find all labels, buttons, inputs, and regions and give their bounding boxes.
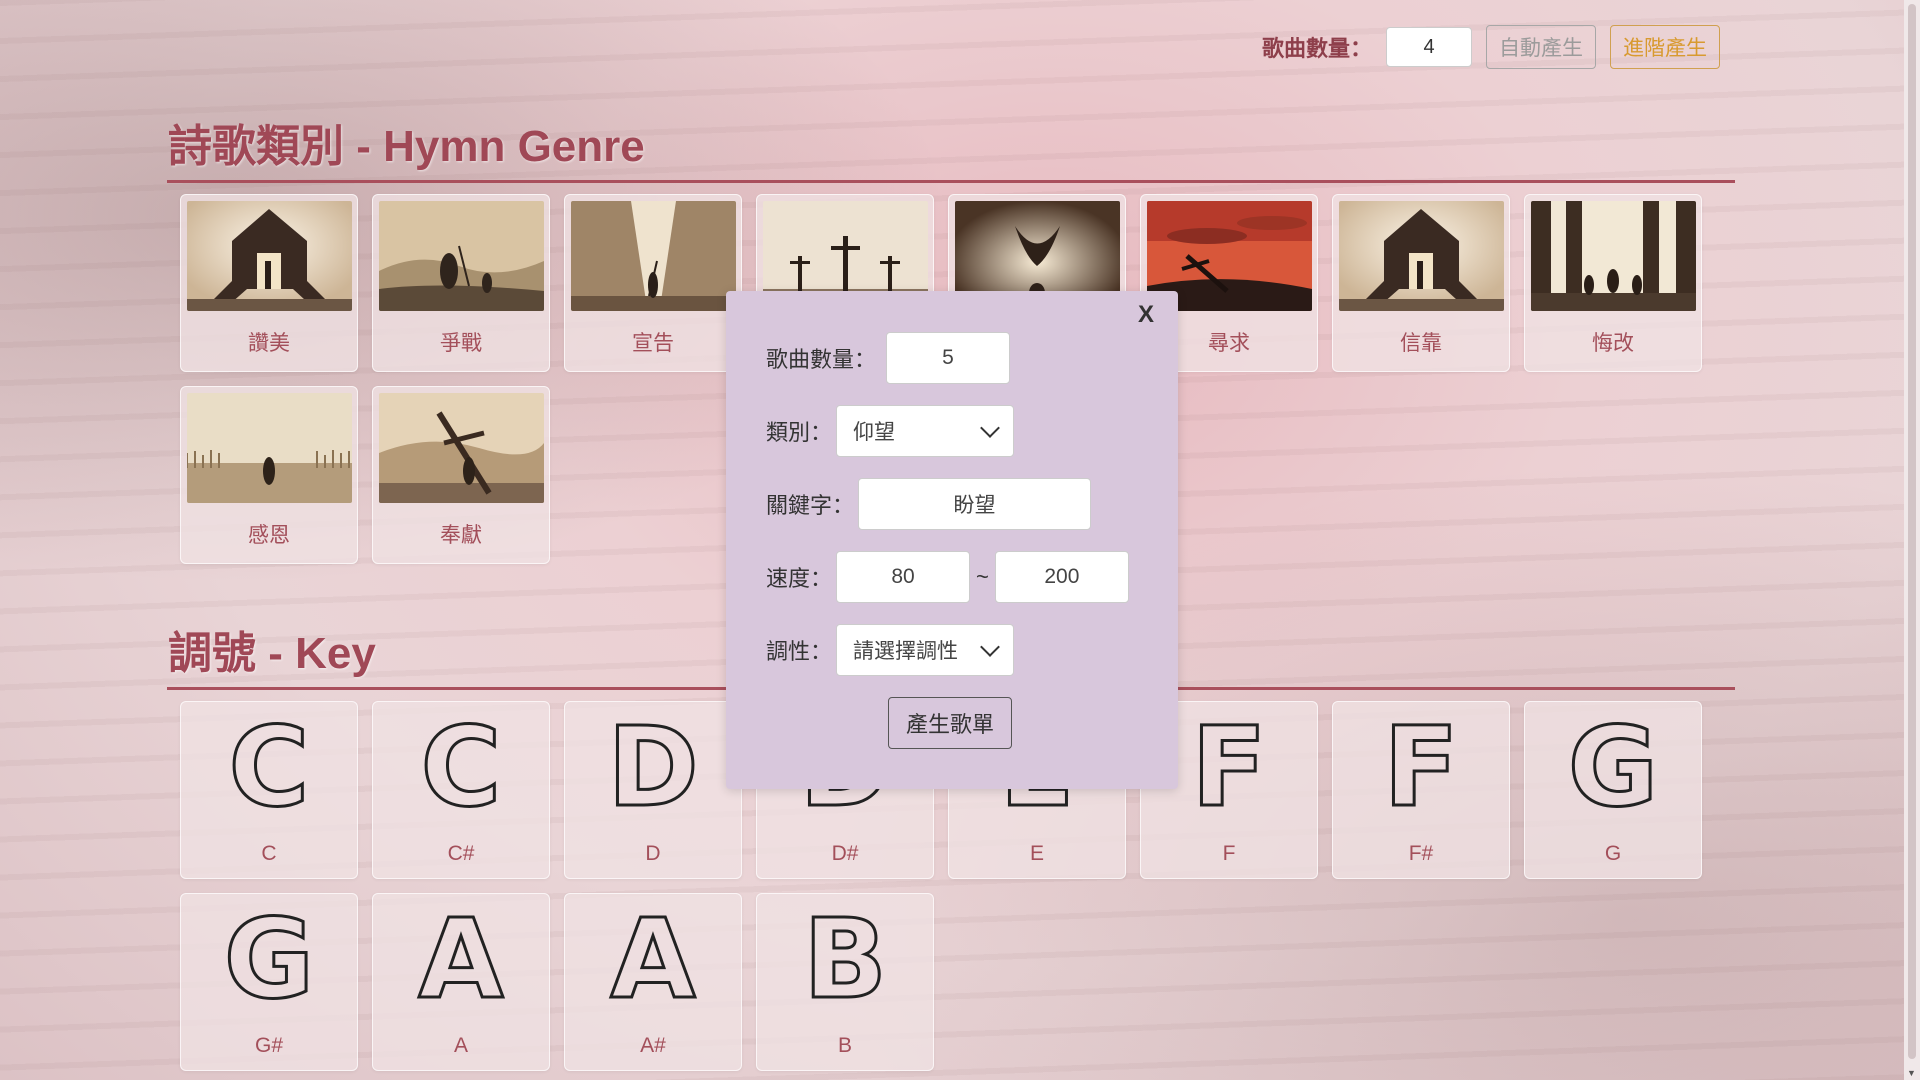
genre-label: 奉獻 — [440, 524, 482, 547]
modal-keyword-label: 關鍵字： — [766, 493, 855, 518]
key-select-value: 請選擇調性 — [853, 640, 959, 663]
auto-generate-button[interactable]: 自動產生 — [1486, 25, 1596, 69]
genre-label: 爭戰 — [440, 332, 482, 355]
genre-card[interactable]: 信靠 — [1332, 194, 1510, 372]
genre-label: 悔改 — [1592, 332, 1634, 355]
modal-count-row: 歌曲數量： — [766, 332, 1011, 384]
genre-label: 讚美 — [248, 332, 290, 355]
chevron-down-icon — [980, 418, 1000, 438]
genre-label: 信靠 — [1400, 332, 1442, 355]
key-label: A — [453, 1034, 468, 1057]
key-card[interactable]: BB — [756, 893, 934, 1071]
genre-select-value: 仰望 — [853, 421, 896, 444]
key-card[interactable]: F F# — [1332, 701, 1510, 879]
key-label: A# — [640, 1034, 666, 1057]
key-card[interactable]: G G# — [180, 893, 358, 1071]
modal-count-label: 歌曲數量： — [766, 347, 877, 372]
genre-card[interactable]: 奉獻 — [372, 386, 550, 564]
modal-tempo-label: 速度： — [766, 566, 833, 591]
key-section-title: 調號 - Key — [168, 629, 376, 678]
key-label: D# — [831, 842, 859, 865]
modal-genre-label: 類別： — [766, 420, 833, 445]
close-icon[interactable]: X — [1138, 301, 1154, 329]
advanced-generate-button[interactable]: 進階產生 — [1610, 25, 1720, 69]
key-glyph: C — [227, 703, 311, 831]
modal-key-row: 調性： 請選擇調性 — [766, 624, 1015, 676]
scrollbar-thumb[interactable] — [1908, 4, 1916, 1059]
tempo-min-input[interactable] — [836, 551, 971, 603]
modal-tempo-row: 速度： ~ — [766, 551, 1129, 603]
chevron-down-icon — [980, 637, 1000, 657]
tempo-separator: ~ — [976, 564, 989, 589]
genre-image — [186, 201, 352, 311]
key-label: F# — [1408, 842, 1434, 865]
key-glyph: B — [802, 895, 889, 1023]
genre-card[interactable]: 感恩 — [180, 386, 358, 564]
genre-card[interactable]: 爭戰 — [372, 194, 550, 372]
genre-image — [378, 393, 544, 503]
key-card[interactable]: CC — [180, 701, 358, 879]
key-glyph: A — [417, 895, 505, 1023]
genre-image — [186, 393, 352, 503]
song-count-label: 歌曲數量： — [1261, 36, 1372, 61]
genre-divider — [167, 180, 1735, 183]
genre-label: 感恩 — [248, 524, 290, 547]
genre-section-title: 詩歌類別 - Hymn Genre — [168, 122, 645, 171]
scroll-down-arrow-icon[interactable]: ▼ — [1907, 1068, 1916, 1078]
key-card[interactable]: A A# — [564, 893, 742, 1071]
advanced-generate-dialog: X 歌曲數量： 類別： 仰望 關鍵字： 速度： ~ 調性： 請選擇調性 產生歌單 — [726, 291, 1178, 789]
genre-card[interactable]: 悔改 — [1524, 194, 1702, 372]
genre-label: 宣告 — [632, 332, 674, 355]
key-glyph: C — [419, 703, 503, 831]
top-toolbar: 歌曲數量： 自動產生 進階產生 — [1262, 25, 1720, 69]
keyword-input[interactable] — [858, 478, 1092, 530]
key-label: G — [1604, 842, 1622, 865]
key-label: C — [261, 842, 277, 865]
song-count-input[interactable] — [1386, 27, 1472, 67]
genre-image — [1338, 201, 1504, 311]
modal-keyword-row: 關鍵字： — [766, 478, 1092, 530]
genre-image — [378, 201, 544, 311]
vertical-scrollbar[interactable]: ▼ — [1904, 0, 1920, 1080]
key-glyph: D — [606, 703, 700, 831]
genre-select[interactable]: 仰望 — [836, 405, 1015, 457]
key-select[interactable]: 請選擇調性 — [836, 624, 1015, 676]
key-glyph: G — [222, 895, 315, 1023]
generate-playlist-button[interactable]: 產生歌單 — [888, 697, 1012, 749]
key-glyph: F — [1382, 703, 1460, 831]
modal-count-input[interactable] — [886, 332, 1011, 384]
key-label: D — [645, 842, 661, 865]
key-label: C# — [447, 842, 475, 865]
modal-key-label: 調性： — [766, 639, 833, 664]
genre-image — [1530, 201, 1696, 311]
genre-image — [570, 201, 736, 311]
key-glyph: F — [1190, 703, 1268, 831]
key-label: E — [1029, 842, 1044, 865]
genre-label: 尋求 — [1208, 332, 1250, 355]
key-card[interactable]: GG — [1524, 701, 1702, 879]
key-label: F — [1222, 842, 1236, 865]
key-label: B — [837, 1034, 852, 1057]
modal-genre-row: 類別： 仰望 — [766, 405, 1015, 457]
genre-card[interactable]: 讚美 — [180, 194, 358, 372]
key-card[interactable]: AA — [372, 893, 550, 1071]
genre-card[interactable]: 宣告 — [564, 194, 742, 372]
key-card[interactable]: C C# — [372, 701, 550, 879]
key-label: G# — [254, 1034, 283, 1057]
key-glyph: A — [609, 895, 697, 1023]
key-glyph: G — [1566, 703, 1659, 831]
tempo-max-input[interactable] — [994, 551, 1129, 603]
key-card[interactable]: DD — [564, 701, 742, 879]
